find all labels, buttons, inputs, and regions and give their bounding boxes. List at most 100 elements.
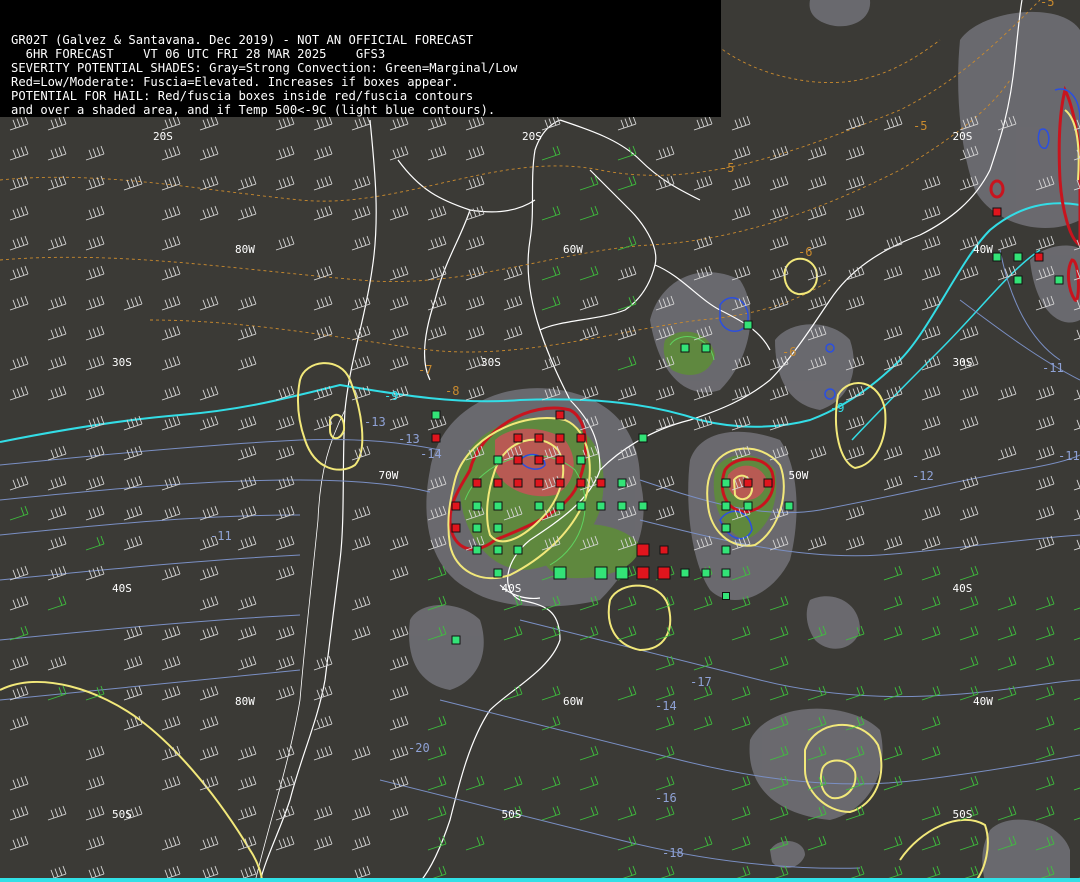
wind-barb [85, 175, 105, 191]
red-hail-box [555, 455, 565, 465]
wind-barb [47, 505, 67, 521]
wind-barb [769, 685, 789, 701]
header-line-1: GR02T (Galvez & Santavana. Dec 2019) - N… [11, 33, 474, 47]
wind-barb [9, 145, 29, 161]
wind-barb [845, 295, 865, 311]
wind-barb [921, 625, 941, 641]
wind-barb [1035, 475, 1055, 491]
wind-barb [579, 265, 599, 281]
wind-barb [807, 295, 827, 311]
green-hail-box [638, 501, 648, 511]
wind-barb [275, 115, 295, 131]
wind-barb [389, 685, 409, 701]
wind-barb [47, 175, 67, 191]
header-line-2: 6HR FORECAST VT 06 UTC FRI 28 MAR 2025 G… [11, 47, 386, 61]
wind-barb [85, 205, 105, 221]
wind-barb [541, 685, 561, 701]
green-hail-box [493, 501, 503, 511]
wind-barb [465, 775, 485, 791]
wind-barb [883, 265, 903, 281]
wind-barb [389, 715, 409, 731]
wind-barb [199, 565, 219, 581]
wind-barb [731, 805, 751, 821]
red-hail-box [513, 433, 523, 443]
wind-barb [959, 325, 979, 341]
wind-barb [1035, 745, 1055, 761]
wind-barb [769, 235, 789, 251]
wind-barb [883, 535, 903, 551]
wind-barb [85, 835, 105, 851]
wind-barb [883, 745, 903, 761]
wind-barb [807, 205, 827, 221]
wind-barb [237, 175, 257, 191]
wind-barb [1035, 505, 1055, 521]
wind-barb [655, 715, 675, 731]
wind-barb [275, 175, 295, 191]
cyan-label-1: -9 [384, 389, 398, 403]
wind-barb [693, 715, 713, 731]
red-hail-box [596, 478, 606, 488]
wind-barb [85, 745, 105, 761]
wind-barb [161, 475, 181, 491]
wind-barb [9, 115, 29, 131]
wind-barb [465, 115, 485, 131]
wind-barb [807, 175, 827, 191]
red-hail-box [576, 433, 586, 443]
wind-barb [883, 685, 903, 701]
wind-barb [47, 805, 67, 821]
wind-barb [389, 115, 409, 131]
wind-barb [503, 325, 523, 341]
wind-barb [9, 505, 29, 521]
green-hail-box [615, 566, 629, 580]
wind-barb [921, 175, 941, 191]
wind-barb [275, 835, 295, 851]
grid-label-9: 30S [953, 356, 973, 369]
blue-label-10: -16 [655, 791, 677, 805]
wind-barb [427, 145, 447, 161]
wind-barb [47, 385, 67, 401]
wind-barb [693, 175, 713, 191]
wind-barb [9, 205, 29, 221]
green-hail-box [721, 478, 731, 488]
green-hail-box [680, 568, 690, 578]
wind-barb [1035, 685, 1055, 701]
wind-barb [427, 295, 447, 311]
red-hail-box [555, 433, 565, 443]
wind-barb [1035, 715, 1055, 731]
wind-barb [275, 565, 295, 581]
wind-barb [47, 655, 67, 671]
red-hail-box [513, 455, 523, 465]
wind-barb [199, 595, 219, 611]
red-hail-box [992, 207, 1002, 217]
grid-label-6: 40W [973, 243, 993, 256]
wind-barb [161, 835, 181, 851]
grid-label-13: 40S [502, 582, 522, 595]
wind-barb [541, 775, 561, 791]
wind-barb [199, 295, 219, 311]
wind-barb [161, 115, 181, 131]
wind-barb [997, 625, 1017, 641]
wind-barb [9, 775, 29, 791]
wind-barb [313, 175, 333, 191]
blue-label-1: -13 [398, 432, 420, 446]
wind-barb [617, 355, 637, 371]
wind-barb [351, 175, 371, 191]
green-hail-box [472, 545, 482, 555]
wind-barb [85, 355, 105, 371]
wind-barb [199, 385, 219, 401]
green-hail-box [493, 545, 503, 555]
wind-barb [237, 655, 257, 671]
wind-barb [541, 145, 561, 161]
wind-barb [731, 775, 751, 791]
wind-barb [883, 475, 903, 491]
wind-barb [731, 415, 751, 431]
wind-barb [199, 715, 219, 731]
green-hail-box [721, 545, 731, 555]
wind-barb [275, 505, 295, 521]
wind-barb [617, 685, 637, 701]
wind-barb [47, 685, 67, 701]
wind-barb [959, 835, 979, 851]
wind-barb [1073, 607, 1080, 611]
wind-barb [427, 745, 447, 761]
wind-barb [617, 595, 637, 611]
